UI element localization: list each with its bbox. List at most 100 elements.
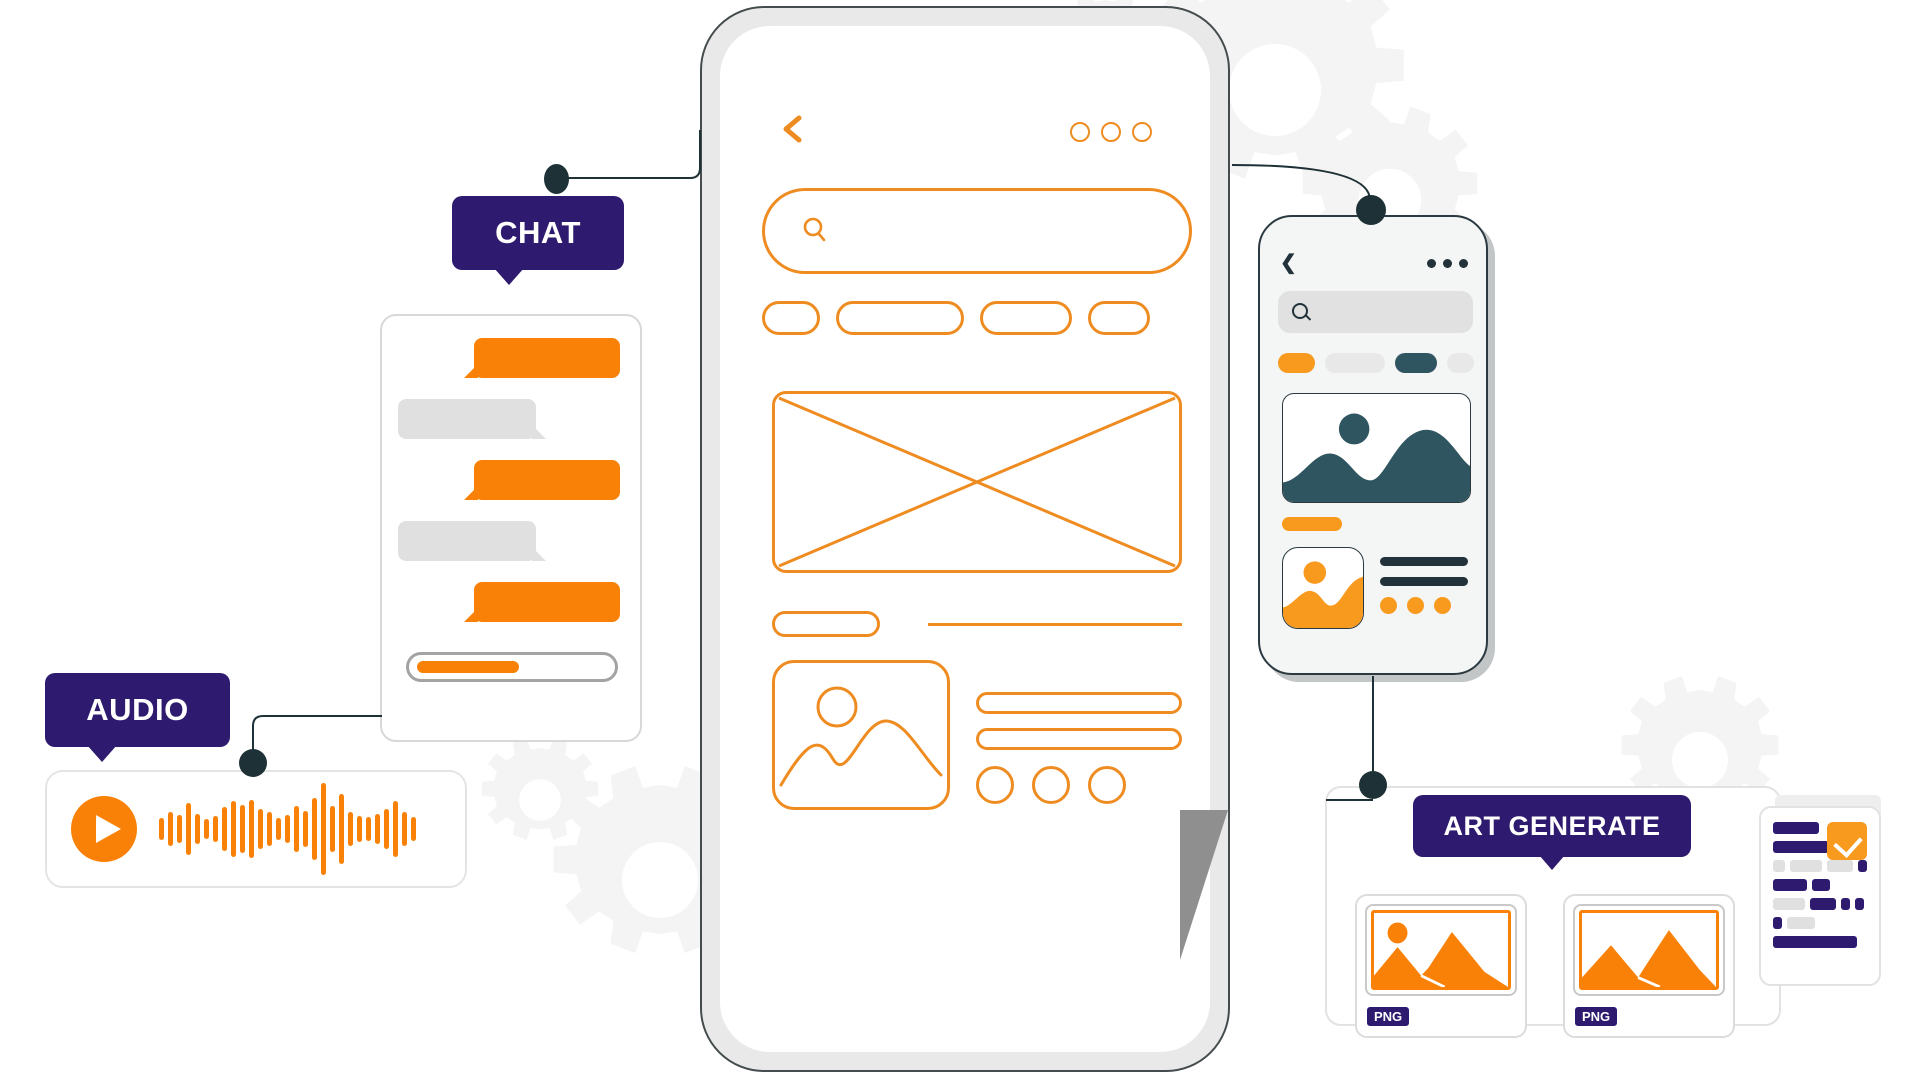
text-line <box>1380 577 1468 586</box>
checklist-cell <box>1773 936 1857 948</box>
filter-pill[interactable] <box>762 301 820 335</box>
action-dot[interactable] <box>1380 597 1397 614</box>
chat-mockup-panel <box>380 314 642 742</box>
filter-pill[interactable] <box>980 301 1072 335</box>
checklist-cell <box>1773 879 1807 891</box>
callout-label-chat: CHAT <box>495 215 581 250</box>
chevron-left-icon[interactable]: ❮ <box>1280 253 1297 273</box>
waveform-bar <box>384 809 389 849</box>
landscape-icon <box>1282 547 1364 629</box>
main-phone-mockup <box>700 6 1230 1072</box>
audio-waveform[interactable] <box>159 783 416 875</box>
waveform-bar <box>375 814 380 844</box>
text-line <box>976 692 1182 714</box>
menu-dot <box>1427 259 1436 268</box>
callout-label-audio: AUDIO <box>86 692 189 727</box>
waveform-bar <box>258 809 263 849</box>
waveform-bar <box>213 816 218 842</box>
checklist-row <box>1773 822 1829 834</box>
waveform-bar <box>285 815 290 843</box>
checklist-cell <box>1827 860 1853 872</box>
filter-pill[interactable] <box>836 301 964 335</box>
waveform-bar <box>357 816 362 842</box>
search-input[interactable] <box>1278 291 1473 333</box>
checklist-cell <box>1858 860 1867 872</box>
action-circle[interactable] <box>1032 766 1070 804</box>
three-dots-icon[interactable] <box>1427 259 1468 268</box>
waveform-bar <box>276 818 281 840</box>
menu-dot <box>1101 122 1121 142</box>
format-badge: PNG <box>1575 1007 1618 1026</box>
waveform-bar <box>240 805 245 853</box>
filter-pill[interactable] <box>1088 301 1150 335</box>
filter-chip[interactable] <box>1324 353 1385 373</box>
filter-chip[interactable] <box>1446 353 1474 373</box>
filter-pill-row <box>762 301 1192 335</box>
action-dot[interactable] <box>1407 597 1424 614</box>
landscape-icon <box>1371 910 1511 990</box>
filter-chip[interactable] <box>1394 353 1437 373</box>
png-result-card[interactable]: PNG <box>1563 894 1735 1038</box>
subtitle-row <box>772 611 1182 637</box>
checklist-cell <box>1773 898 1805 910</box>
action-circle[interactable] <box>976 766 1014 804</box>
wire-dot-art <box>1359 771 1387 799</box>
text-line <box>976 728 1182 750</box>
chat-message-input[interactable] <box>406 652 618 682</box>
check-icon[interactable] <box>1827 822 1867 860</box>
filter-chip-row <box>1278 353 1474 373</box>
waveform-bar <box>366 817 371 841</box>
checklist-cell <box>1787 917 1815 929</box>
waveform-bar <box>321 783 326 875</box>
main-phone-screen <box>720 26 1210 1052</box>
chat-bubble-outgoing <box>464 338 620 378</box>
media-row <box>772 660 1182 810</box>
search-icon <box>1292 303 1308 319</box>
waveform-bar <box>168 812 173 846</box>
three-dots-icon[interactable] <box>1070 122 1152 142</box>
checklist-row <box>1773 879 1867 891</box>
landscape-icon <box>1579 910 1719 990</box>
callout-label-art-generate: ART GENERATE <box>1443 810 1661 841</box>
chevron-left-icon[interactable] <box>778 114 808 144</box>
checklist-cell <box>1841 898 1850 910</box>
small-phone-mockup: ❮ <box>1258 215 1488 675</box>
wire-dot-chat <box>544 164 569 194</box>
waveform-bar <box>339 794 344 864</box>
list-item <box>1282 547 1468 629</box>
waveform-bar <box>312 798 317 860</box>
wire-dot-audio <box>239 749 267 777</box>
callout-tag-art-generate: ART GENERATE <box>1413 795 1691 870</box>
waveform-bar <box>267 812 272 846</box>
checklist-row <box>1773 860 1867 872</box>
chat-bubble-outgoing <box>464 460 620 500</box>
checklist-cell <box>1810 898 1836 910</box>
png-result-card[interactable]: PNG <box>1355 894 1527 1038</box>
divider-line <box>928 622 1182 626</box>
play-icon[interactable] <box>71 796 137 862</box>
action-circle-row <box>976 766 1182 804</box>
callout-tag-audio: AUDIO <box>45 673 230 762</box>
waveform-bar <box>303 811 308 847</box>
filter-chip-active[interactable] <box>1278 353 1315 373</box>
text-placeholder-lines <box>976 660 1182 810</box>
chat-input-text-placeholder <box>417 661 519 673</box>
checklist-row <box>1773 917 1867 929</box>
png-preview-frame <box>1573 904 1725 996</box>
checklist-cell <box>1790 860 1822 872</box>
image-placeholder-x-icon <box>772 391 1182 573</box>
checklist-panel <box>1759 806 1881 986</box>
checklist-cell <box>1773 841 1829 853</box>
waveform-bar <box>393 801 398 857</box>
action-circle[interactable] <box>1088 766 1126 804</box>
tag-pill[interactable] <box>772 611 880 637</box>
format-badge: PNG <box>1367 1007 1410 1026</box>
menu-dot <box>1459 259 1468 268</box>
menu-dot <box>1132 122 1152 142</box>
waveform-bar <box>231 801 236 857</box>
action-dot[interactable] <box>1434 597 1451 614</box>
waveform-bar <box>186 803 191 855</box>
wire-dot-small-phone <box>1356 195 1386 225</box>
png-preview-frame <box>1365 904 1517 996</box>
menu-dot <box>1070 122 1090 142</box>
